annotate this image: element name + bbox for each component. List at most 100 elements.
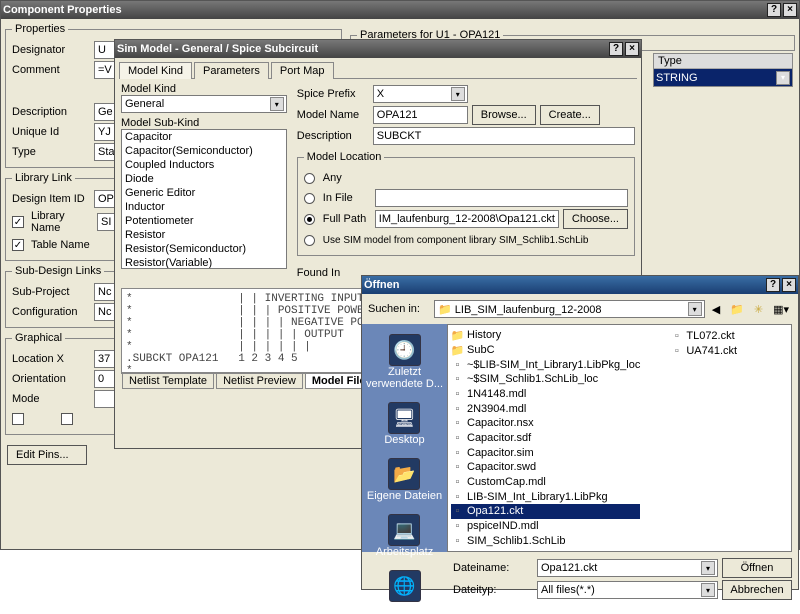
configuration-label: Configuration — [12, 306, 90, 318]
filetype-select[interactable]: All files(*.*)▾ — [537, 581, 718, 599]
tablename-label: Table Name — [31, 239, 90, 251]
file-item[interactable]: ▫UA741.ckt — [670, 343, 737, 358]
file-item[interactable]: ▫Opa121.ckt — [451, 504, 640, 519]
help-button[interactable]: ? — [767, 3, 781, 17]
file-item[interactable]: ▫Capacitor.nsx — [451, 416, 640, 431]
model-kind-select[interactable]: General▾ — [121, 95, 287, 113]
description-input[interactable]: Ge — [94, 103, 116, 121]
file-icon: ▫ — [451, 388, 464, 401]
tab-model-kind[interactable]: Model Kind — [119, 62, 192, 79]
loc-fullpath-input[interactable]: IM_laufenburg_12-2008\Opa121.ckt — [375, 210, 559, 228]
file-item[interactable]: ▫~$LIB-SIM_Int_Library1.LibPkg_loc — [451, 357, 640, 372]
subkind-item[interactable]: Resistor — [122, 228, 286, 242]
libname-checkbox[interactable]: ✓ — [12, 216, 24, 228]
subkind-item[interactable]: Resistor(Variable) — [122, 256, 286, 269]
loc-uselib-label: Use SIM model from component library SIM… — [323, 235, 589, 246]
file-item[interactable]: ▫TL072.ckt — [670, 328, 737, 343]
graphical-check2[interactable] — [61, 413, 73, 425]
locx-label: Location X — [12, 353, 90, 365]
loc-uselib-radio[interactable] — [304, 235, 315, 246]
model-subkind-list[interactable]: CapacitorCapacitor(Semiconductor)Coupled… — [121, 129, 287, 269]
file-item[interactable]: ▫SIM_Schlib1.SchLib — [451, 533, 640, 548]
tab-netlist-template[interactable]: Netlist Template — [122, 374, 214, 389]
subproject-input[interactable]: Nc — [94, 283, 116, 301]
filename-label: Dateiname: — [453, 562, 533, 574]
help-button[interactable]: ? — [766, 278, 780, 292]
views-icon[interactable]: ▦▾ — [773, 303, 789, 316]
up-icon[interactable]: 📁 — [730, 303, 744, 316]
tablename-checkbox[interactable]: ✓ — [12, 239, 24, 251]
designator-input[interactable]: U — [94, 41, 116, 59]
choose-button[interactable]: Choose... — [563, 209, 628, 229]
subkind-item[interactable]: Diode — [122, 172, 286, 186]
file-item[interactable]: ▫1N4148.mdl — [451, 387, 640, 402]
loc-infile-radio[interactable] — [304, 193, 315, 204]
file-icon: ▫ — [451, 373, 464, 386]
window-title: Component Properties — [3, 4, 122, 16]
sb-mydocs[interactable]: 📂Eigene Dateien — [367, 458, 442, 502]
uniqueid-input[interactable]: YJ — [94, 123, 116, 141]
file-item[interactable]: 📁SubC — [451, 343, 640, 358]
model-kind-label: Model Kind — [121, 83, 287, 95]
subkind-item[interactable]: Capacitor(Semiconductor) — [122, 144, 286, 158]
sim-desc-label: Description — [297, 130, 369, 142]
file-item[interactable]: ▫pspiceIND.mdl — [451, 519, 640, 534]
open-button[interactable]: Öffnen — [722, 558, 792, 578]
filename-input[interactable]: Opa121.ckt▾ — [537, 559, 718, 577]
file-item[interactable]: ▫Capacitor.sim — [451, 445, 640, 460]
subkind-item[interactable]: Inductor — [122, 200, 286, 214]
lookin-select[interactable]: 📁 LIB_SIM_laufenburg_12-2008▾ — [434, 300, 705, 318]
file-item[interactable]: ▫LIB-SIM_Int_Library1.LibPkg — [451, 489, 640, 504]
loc-any-radio[interactable] — [304, 173, 315, 184]
folder-icon: 📁 — [451, 329, 464, 342]
create-button[interactable]: Create... — [540, 105, 600, 125]
subkind-item[interactable]: Potentiometer — [122, 214, 286, 228]
model-subkind-label: Model Sub-Kind — [121, 117, 287, 129]
type-row[interactable]: STRING▾ — [654, 69, 792, 86]
newfolder-icon[interactable]: ✳ — [754, 303, 763, 316]
file-icon: ▫ — [451, 402, 464, 415]
file-item[interactable]: ▫Capacitor.sdf — [451, 431, 640, 446]
places-sidebar: 🕘Zuletzt verwendete D... 🖥Desktop 📂Eigen… — [362, 324, 447, 552]
file-item[interactable]: ▫CustomCap.mdl — [451, 475, 640, 490]
browse-button[interactable]: Browse... — [472, 105, 536, 125]
tab-parameters[interactable]: Parameters — [194, 62, 269, 79]
file-item[interactable]: 📁History — [451, 328, 640, 343]
type-column-header[interactable]: Type — [654, 54, 792, 69]
close-button[interactable]: × — [782, 278, 796, 292]
close-button[interactable]: × — [625, 42, 639, 56]
configuration-input[interactable]: Nc — [94, 303, 116, 321]
file-item[interactable]: ▫Capacitor.swd — [451, 460, 640, 475]
locx-input[interactable]: 37 — [94, 350, 116, 368]
close-button[interactable]: × — [783, 3, 797, 17]
sb-desktop[interactable]: 🖥Desktop — [384, 402, 424, 446]
tab-port-map[interactable]: Port Map — [271, 62, 334, 79]
file-icon: ▫ — [451, 476, 464, 489]
file-icon: ▫ — [451, 461, 464, 474]
edit-pins-button[interactable]: Edit Pins... — [7, 445, 87, 465]
graphical-check1[interactable] — [12, 413, 24, 425]
back-icon[interactable]: ◀ — [712, 303, 720, 316]
help-button[interactable]: ? — [609, 42, 623, 56]
computer-icon: 💻 — [388, 514, 420, 546]
sb-network[interactable]: 🌐Netzwerkumgebung — [356, 570, 454, 614]
loc-infile-label: In File — [323, 192, 371, 204]
subkind-item[interactable]: Coupled Inductors — [122, 158, 286, 172]
loc-fullpath-radio[interactable] — [304, 214, 315, 225]
sim-desc-input[interactable]: SUBCKT — [373, 127, 635, 145]
loc-infile-input[interactable] — [375, 189, 628, 207]
file-item[interactable]: ▫2N3904.mdl — [451, 401, 640, 416]
subkind-item[interactable]: Generic Editor — [122, 186, 286, 200]
file-item[interactable]: ▫~$SIM_Schlib1.SchLib_loc — [451, 372, 640, 387]
subkind-item[interactable]: Resistor(Semiconductor) — [122, 242, 286, 256]
designitem-input[interactable]: OP — [94, 190, 116, 208]
subproject-label: Sub-Project — [12, 286, 90, 298]
file-list[interactable]: 📁History📁SubC▫~$LIB-SIM_Int_Library1.Lib… — [447, 324, 792, 552]
subkind-item[interactable]: Capacitor — [122, 130, 286, 144]
cancel-button[interactable]: Abbrechen — [722, 580, 792, 600]
sb-recent[interactable]: 🕘Zuletzt verwendete D... — [362, 334, 447, 390]
sb-mycomp[interactable]: 💻Arbeitsplatz — [376, 514, 433, 558]
spice-prefix-select[interactable]: X▾ — [373, 85, 468, 103]
model-name-input[interactable]: OPA121 — [373, 106, 468, 124]
tab-netlist-preview[interactable]: Netlist Preview — [216, 374, 303, 389]
